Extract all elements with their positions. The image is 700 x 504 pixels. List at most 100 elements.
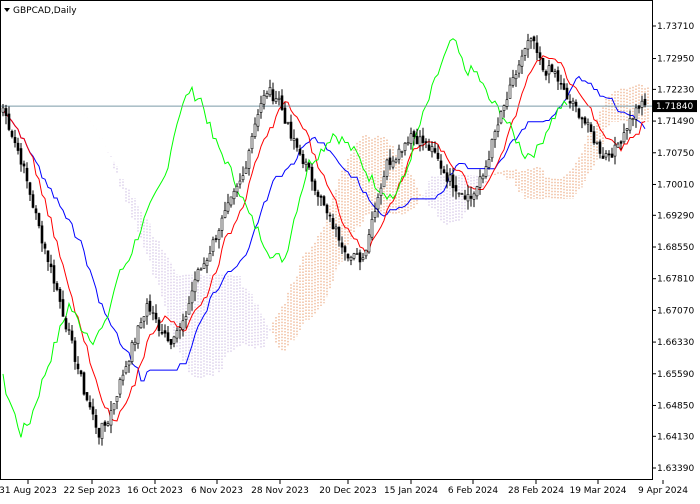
candle-body-down — [289, 121, 293, 139]
candle-body-down — [31, 194, 35, 208]
candle-body-down — [319, 195, 323, 198]
candle-body-down — [301, 153, 305, 164]
candle-body-down — [562, 83, 566, 90]
y-tick-label: 1.68550 — [657, 243, 694, 253]
candle-body-up — [211, 239, 215, 252]
candle-body-up — [262, 95, 266, 105]
candle-body-up — [487, 159, 491, 168]
candle-body-up — [256, 114, 260, 127]
candle-body-up — [529, 38, 533, 42]
candle-body-up — [547, 65, 551, 75]
candle-body-up — [196, 269, 200, 281]
chart-area[interactable]: 1.73710 1.72950 1.72230 1.71490 1.70750 1.700… — [0, 0, 700, 500]
candle-body-down — [442, 169, 446, 173]
symbol-header: GBPCAD,Daily — [4, 6, 77, 16]
candle-body-up — [181, 320, 185, 330]
candle-body-down — [160, 332, 164, 334]
candle — [82, 371, 86, 396]
candle-body-up — [112, 403, 116, 411]
candle-body-up — [493, 131, 497, 140]
candle-body-down — [22, 163, 26, 167]
candle-body-up — [466, 194, 470, 202]
candle-body-down — [148, 300, 152, 312]
candle-body-up — [187, 303, 191, 315]
candle-body-down — [214, 238, 218, 240]
candle-body-down — [538, 52, 542, 59]
candle-body-down — [415, 135, 419, 144]
candle-body-up — [139, 322, 143, 329]
candle-body-down — [88, 402, 92, 408]
candle-body-up — [199, 268, 203, 271]
candle-body-up — [523, 48, 527, 56]
candle-body-up — [400, 151, 404, 153]
candle-body-down — [40, 225, 44, 244]
candle-body-up — [370, 218, 374, 238]
candle-body-up — [130, 342, 134, 363]
candle-body-up — [448, 174, 452, 182]
x-tick-label: 28 Nov 2023 — [251, 486, 309, 496]
y-tick-label: 1.71490 — [657, 117, 694, 127]
candle-body-up — [505, 99, 509, 107]
candle-body-down — [412, 131, 416, 137]
candle-body-down — [550, 64, 554, 73]
candle-body-up — [142, 316, 146, 322]
candle — [196, 267, 200, 283]
candle-body-up — [178, 327, 182, 331]
candle-body-up — [175, 330, 179, 339]
candle-body-up — [409, 133, 413, 144]
candle-body-down — [388, 157, 392, 165]
candle-body-up — [367, 234, 371, 253]
candle-body-up — [244, 167, 248, 174]
y-tick-label: 1.72950 — [657, 55, 694, 65]
candle-body-down — [295, 138, 299, 148]
candle-body-down — [97, 427, 101, 438]
candle-body-up — [334, 226, 338, 230]
candle-body-down — [421, 135, 425, 143]
candle-body-down — [25, 167, 29, 182]
candle-body-up — [514, 74, 518, 80]
candle-body-up — [205, 260, 209, 267]
candle-body-down — [340, 242, 344, 248]
y-tick-label: 1.73710 — [657, 22, 694, 32]
candle-body-down — [592, 131, 596, 144]
candle-body-down — [580, 117, 584, 120]
candle-body-down — [313, 180, 317, 191]
candle-body-up — [586, 121, 590, 125]
candle-body-up — [595, 141, 599, 144]
candle-body-down — [325, 204, 329, 214]
candle-body-down — [598, 141, 602, 154]
candle-body-down — [61, 299, 65, 317]
candle-body-down — [73, 340, 77, 362]
candle-body-up — [136, 325, 140, 345]
candle-body-down — [637, 105, 641, 109]
candle-body-down — [322, 196, 326, 206]
candle-body-up — [475, 186, 479, 197]
candle-body-up — [613, 144, 617, 157]
candle — [499, 110, 503, 125]
candle-body-up — [457, 192, 461, 195]
candle-body-up — [184, 316, 188, 320]
candle-body-down — [535, 42, 539, 53]
candle-body-up — [247, 150, 251, 169]
candle-body-down — [544, 71, 548, 76]
y-tick-label: 1.69290 — [657, 211, 694, 221]
candle-body-up — [382, 176, 386, 188]
candle-body-down — [55, 283, 59, 290]
candle-body-down — [568, 101, 572, 104]
candle-body-up — [349, 256, 353, 261]
candle-body-up — [604, 153, 608, 158]
candle-body-down — [28, 182, 32, 195]
candle-body-up — [259, 103, 263, 113]
candle-body-down — [436, 152, 440, 159]
candle-body-up — [394, 159, 398, 163]
candle-body-down — [85, 392, 89, 401]
candle — [85, 392, 89, 402]
candle-body-up — [379, 187, 383, 196]
y-tick-label: 1.64850 — [657, 401, 694, 411]
candle-body-down — [316, 191, 320, 197]
candle-body-up — [265, 93, 269, 97]
candle — [577, 107, 581, 120]
candle-body-down — [556, 70, 560, 82]
candle-body-down — [433, 148, 437, 153]
candle-body-down — [280, 95, 284, 110]
